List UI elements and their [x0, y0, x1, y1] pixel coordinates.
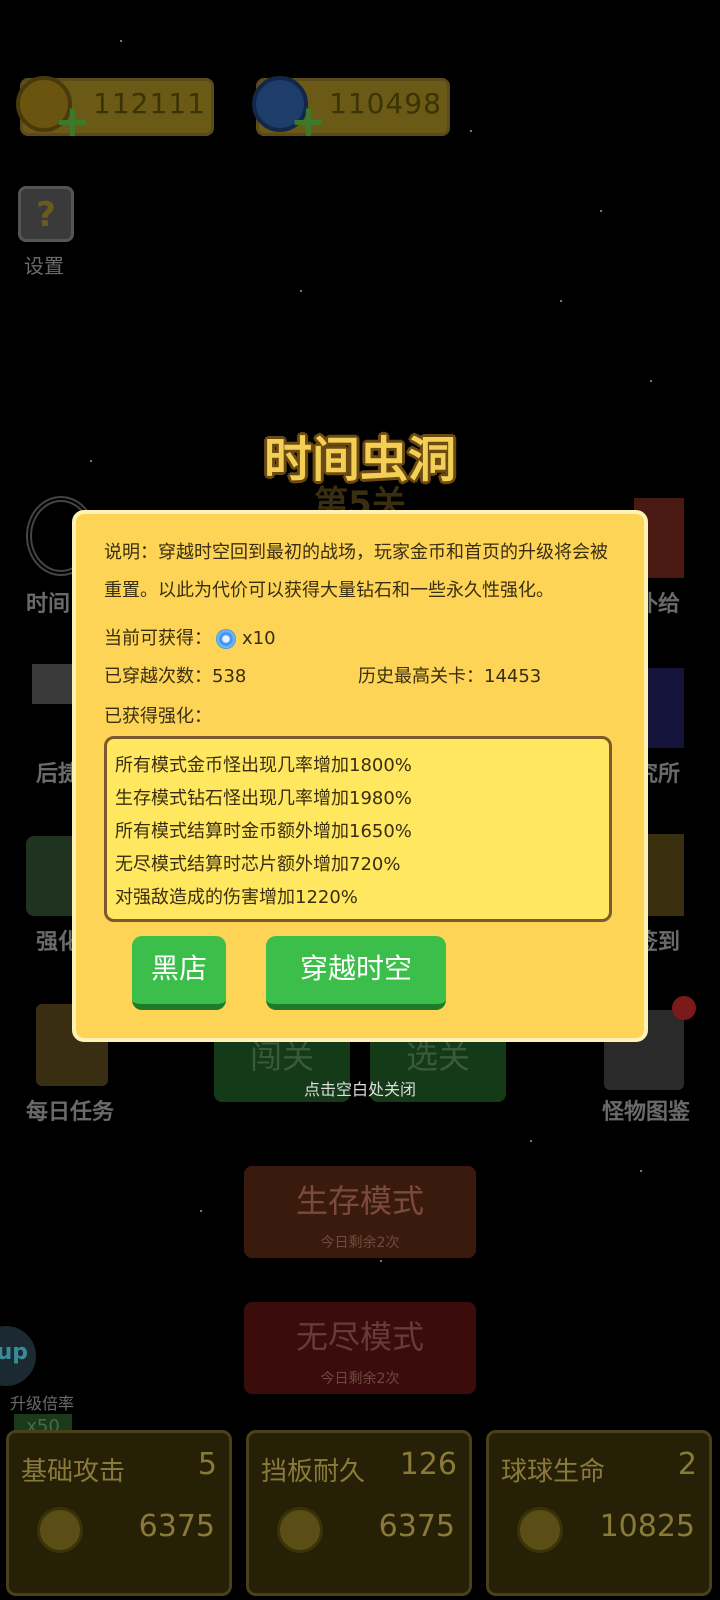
coin-icon: [277, 1507, 323, 1553]
upgrade-rate-label: 升级倍率: [10, 1394, 75, 1413]
endless-mode-button[interactable]: 无尽模式 今日剩余2次: [244, 1302, 476, 1394]
buff-item: 所有模式金币怪出现几率增加1800%: [115, 755, 412, 776]
stat-name: 挡板耐久: [261, 1457, 366, 1487]
stat-cost: 10825: [599, 1509, 695, 1544]
coin-icon: [37, 1507, 83, 1553]
close-hint[interactable]: 点击空白处关闭: [0, 1076, 720, 1100]
side-left-label-time: 时间: [26, 592, 71, 617]
black-shop-label: 黑店: [150, 952, 207, 985]
add-gold-icon[interactable]: +: [54, 100, 91, 144]
question-icon: ?: [36, 195, 56, 235]
gold-amount: 112111: [93, 87, 206, 120]
buff-item: 无尽模式结算时芯片额外增加720%: [115, 854, 401, 875]
buffs-panel: 所有模式金币怪出现几率增加1800% 生存模式钻石怪出现几率增加1980% 所有…: [104, 736, 612, 922]
diamond-amount: 110498: [329, 87, 442, 120]
diamond-icon: [216, 629, 236, 649]
black-shop-button[interactable]: 黑店: [132, 936, 226, 1010]
survival-mode-button[interactable]: 生存模式 今日剩余2次: [244, 1166, 476, 1258]
buff-item: 对强敌造成的伤害增加1220%: [115, 887, 358, 908]
stat-level: 2: [677, 1447, 697, 1482]
stat-card-attack[interactable]: 基础攻击 5 6375: [6, 1430, 232, 1596]
obtainable-row: 当前可获得： x10: [104, 624, 276, 650]
wormhole-dialog: 说明：穿越时空回到最初的战场，玩家金币和首页的升级将会被重置。以此为代价可以获得…: [72, 510, 648, 1042]
endless-mode-label: 无尽模式: [295, 1318, 424, 1356]
buff-item: 所有模式结算时金币额外增加1650%: [115, 821, 412, 842]
highest-level: 历史最高关卡：14453: [358, 666, 542, 687]
stat-card-paddle[interactable]: 挡板耐久 126 6375: [246, 1430, 472, 1596]
survival-mode-label: 生存模式: [295, 1182, 424, 1220]
stat-cost: 6375: [378, 1509, 455, 1544]
endless-mode-remaining: 今日剩余2次: [320, 1371, 400, 1387]
obtainable-value: x10: [242, 628, 276, 649]
settings-label: 设置: [24, 254, 64, 278]
stat-card-ball-life[interactable]: 球球生命 2 10825: [486, 1430, 712, 1596]
stat-name: 球球生命: [501, 1457, 606, 1487]
stat-cost: 6375: [138, 1509, 215, 1544]
buff-item: 生存模式钻石怪出现几率增加1980%: [115, 788, 412, 809]
stat-level: 5: [197, 1447, 217, 1482]
stat-name: 基础攻击: [21, 1457, 126, 1487]
coin-icon: [517, 1507, 563, 1553]
buffs-label: 已获得强化：: [104, 706, 212, 727]
time-travel-label: 穿越时空: [299, 952, 412, 985]
upgrade-rate-badge[interactable]: up: [0, 1326, 36, 1386]
notification-dot: [672, 996, 696, 1020]
travel-count: 已穿越次数：538: [104, 666, 247, 687]
settings-button[interactable]: ?: [18, 186, 74, 242]
upgrade-rate-badge-text: up: [0, 1340, 28, 1365]
stat-level: 126: [399, 1447, 457, 1482]
time-travel-button[interactable]: 穿越时空: [266, 936, 446, 1010]
dialog-description: 说明：穿越时空回到最初的战场，玩家金币和首页的升级将会被重置。以此为代价可以获得…: [104, 542, 608, 601]
obtainable-label: 当前可获得：: [104, 628, 212, 649]
survival-mode-remaining: 今日剩余2次: [320, 1235, 400, 1251]
add-diamond-icon[interactable]: +: [290, 100, 327, 144]
